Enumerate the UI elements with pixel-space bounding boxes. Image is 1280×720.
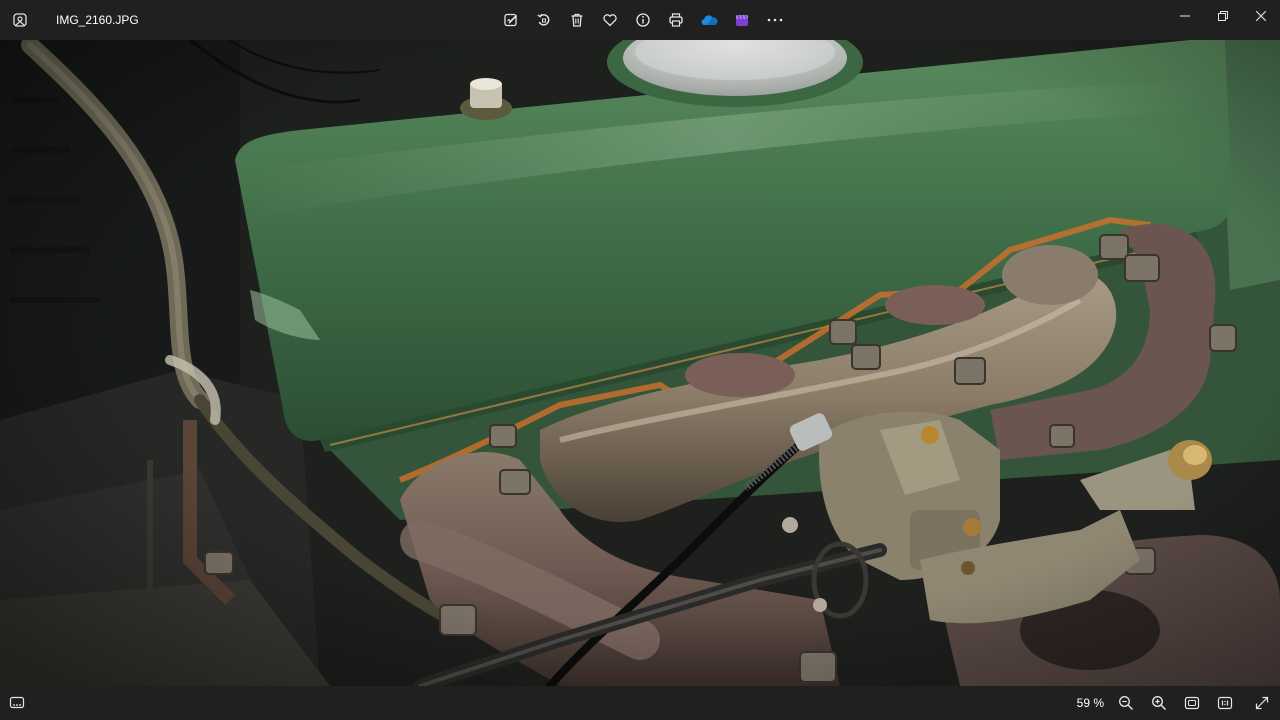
close-icon: [1256, 11, 1266, 21]
info-icon: [635, 13, 650, 27]
restore-button[interactable]: [1204, 0, 1242, 32]
edit-image-button[interactable]: [494, 6, 527, 34]
print-button[interactable]: [659, 6, 692, 34]
edit-image-icon: [503, 13, 517, 27]
clipchamp-icon: [735, 14, 748, 26]
onedrive-button[interactable]: [692, 6, 725, 34]
zoom-out-button[interactable]: [1112, 689, 1140, 717]
expand-icon: [1255, 696, 1269, 710]
minimize-button[interactable]: [1166, 0, 1204, 32]
clipchamp-button[interactable]: [725, 6, 758, 34]
restore-icon: [1218, 11, 1228, 21]
heart-icon: [602, 14, 617, 27]
zoom-level[interactable]: 59 %: [1077, 696, 1104, 710]
actual-size-button[interactable]: [1211, 689, 1239, 717]
actual-size-icon: [1217, 696, 1233, 710]
close-button[interactable]: [1242, 0, 1280, 32]
status-bar: 59 %: [0, 686, 1280, 720]
rotate-button[interactable]: [527, 6, 560, 34]
filmstrip-icon: [9, 696, 25, 709]
zoom-in-icon: [1152, 696, 1166, 710]
photos-app-icon: [0, 0, 40, 40]
fit-to-window-button[interactable]: [1178, 689, 1206, 717]
printer-icon: [668, 13, 683, 27]
engine-bay-photo: [0, 40, 1280, 686]
fit-window-icon: [1184, 696, 1200, 710]
photo-viewport[interactable]: [0, 40, 1280, 686]
cloud-icon: [701, 15, 717, 25]
minimize-icon: [1180, 15, 1190, 17]
favorite-button[interactable]: [593, 6, 626, 34]
zoom-in-button[interactable]: [1145, 689, 1173, 717]
window-controls: [1166, 0, 1280, 32]
fullscreen-button[interactable]: [1248, 689, 1276, 717]
info-button[interactable]: [626, 6, 659, 34]
file-name: IMG_2160.JPG: [56, 13, 139, 27]
more-options-button[interactable]: [758, 6, 791, 34]
trash-icon: [571, 13, 582, 27]
zoom-out-icon: [1119, 696, 1133, 710]
title-bar: IMG_2160.JPG: [0, 0, 1280, 40]
more-icon: [767, 18, 782, 22]
image-toolbar: [494, 6, 791, 34]
filmstrip-button[interactable]: [3, 689, 31, 717]
delete-button[interactable]: [560, 6, 593, 34]
rotate-icon: [536, 13, 549, 26]
